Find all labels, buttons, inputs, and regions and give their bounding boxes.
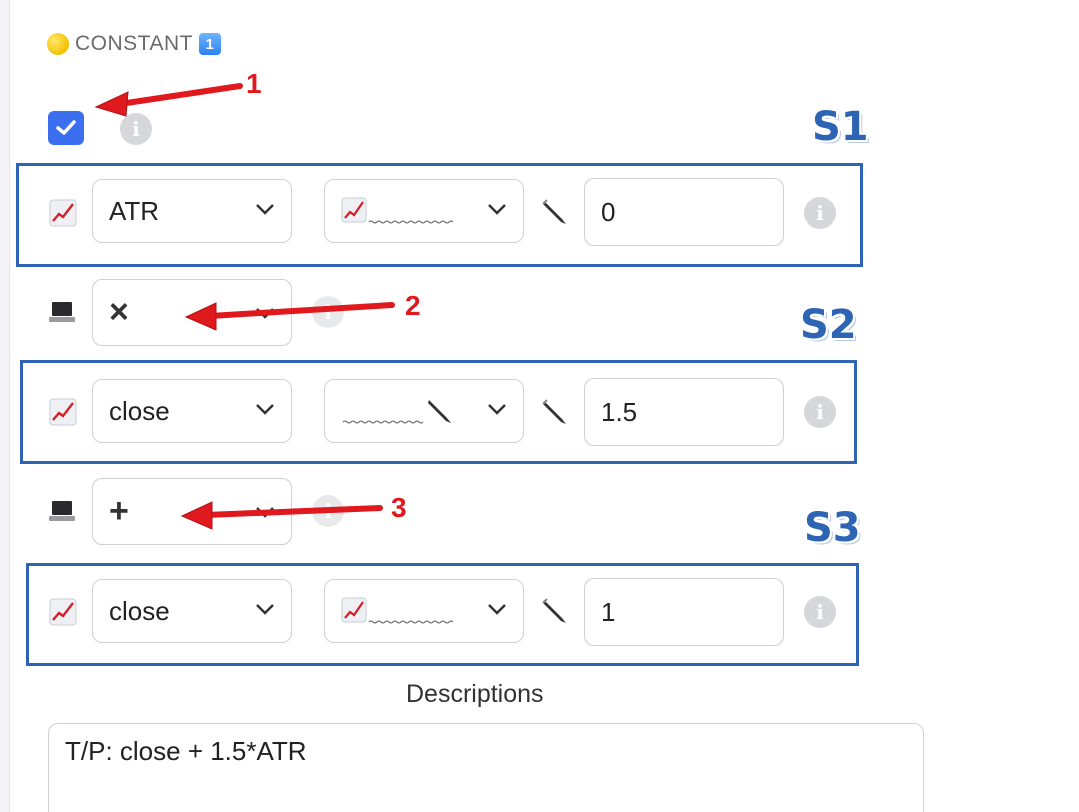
- s3-label: S3: [804, 505, 861, 551]
- enabled-checkbox[interactable]: [48, 111, 84, 145]
- source-select-2[interactable]: close: [92, 379, 292, 443]
- laptop-icon: [49, 501, 75, 521]
- description-text: T/P: close + 1.5*ATR: [65, 736, 307, 766]
- chart-line-icon: [49, 598, 77, 626]
- info-icon[interactable]: i: [312, 495, 344, 527]
- info-icon[interactable]: i: [120, 113, 152, 145]
- chevron-down-icon: [256, 507, 274, 518]
- multiply-operator: ×: [109, 293, 129, 331]
- chart-line-icon: [341, 197, 454, 224]
- chart-line-icon: [49, 398, 77, 426]
- constant-editor-panel: CONSTANT 1 i S1 ATR 0 i × i S2 close 1.5…: [0, 0, 1079, 812]
- yellow-circle-icon: [47, 33, 69, 55]
- value-input-3[interactable]: 1: [584, 578, 784, 646]
- pen-icon: [542, 399, 566, 424]
- left-strip: [0, 0, 10, 812]
- chevron-down-icon: [256, 204, 274, 215]
- annotation-number-2: 2: [405, 290, 421, 321]
- annotation-number-3: 3: [391, 492, 407, 523]
- source-select-2-value: close: [109, 395, 170, 426]
- info-icon[interactable]: i: [804, 197, 836, 229]
- operator-select-1[interactable]: ×: [92, 279, 292, 346]
- description-textarea[interactable]: T/P: close + 1.5*ATR: [48, 723, 924, 812]
- source-select-3-value: close: [109, 595, 170, 626]
- chart-line-icon: [49, 199, 77, 227]
- value-input-2-value: 1.5: [601, 396, 638, 427]
- laptop-icon: [49, 302, 75, 322]
- chevron-down-icon: [488, 604, 506, 615]
- chart-line-icon: [341, 597, 454, 624]
- descriptions-label: Descriptions: [406, 680, 544, 708]
- operator-select-2[interactable]: +: [92, 478, 292, 545]
- section-title: CONSTANT: [75, 32, 193, 55]
- chevron-down-icon: [256, 308, 274, 319]
- value-input-2[interactable]: 1.5: [584, 378, 784, 446]
- chevron-down-icon: [256, 404, 274, 415]
- value-input-3-value: 1: [601, 596, 616, 627]
- style-select-2[interactable]: [324, 379, 524, 443]
- pen-icon: [542, 598, 566, 623]
- pen-icon: [542, 199, 566, 224]
- s2-label: S2: [800, 302, 857, 348]
- chevron-down-icon: [488, 204, 506, 215]
- source-select-1-value: ATR: [109, 195, 160, 226]
- source-select-1[interactable]: ATR: [92, 179, 292, 243]
- s1-label: S1: [812, 104, 869, 150]
- checkmark-icon: [56, 120, 76, 135]
- source-select-3[interactable]: close: [92, 579, 292, 643]
- info-icon[interactable]: i: [804, 396, 836, 428]
- plus-operator: +: [109, 492, 129, 530]
- annotation-number-1: 1: [246, 68, 262, 99]
- section-header: CONSTANT 1: [47, 32, 221, 56]
- style-select-1[interactable]: [324, 179, 524, 243]
- style-select-3[interactable]: [324, 579, 524, 643]
- chevron-down-icon: [488, 404, 506, 415]
- value-input-1-value: 0: [601, 196, 616, 227]
- keycap-one-icon: 1: [198, 33, 221, 55]
- info-icon[interactable]: i: [804, 596, 836, 628]
- info-icon[interactable]: i: [312, 296, 344, 328]
- chevron-down-icon: [256, 604, 274, 615]
- pen-icon: [342, 400, 451, 424]
- value-input-1[interactable]: 0: [584, 178, 784, 246]
